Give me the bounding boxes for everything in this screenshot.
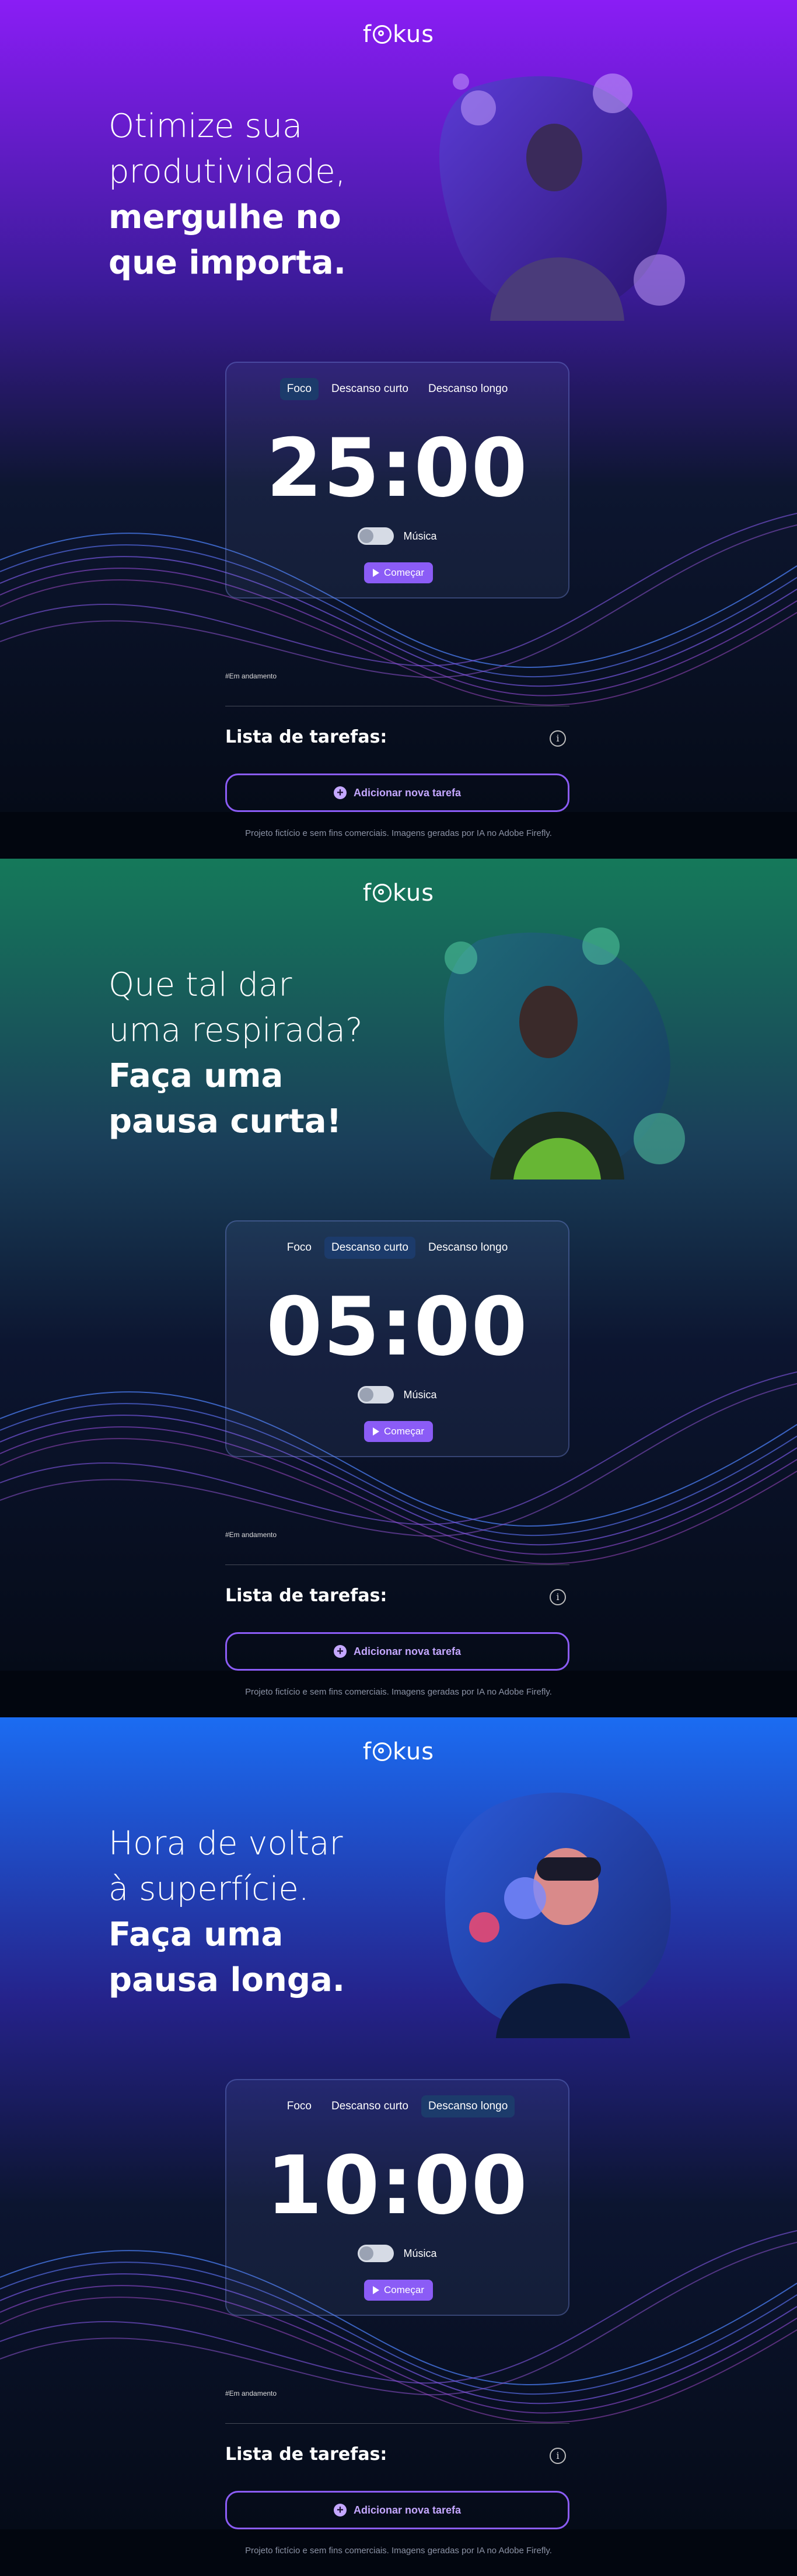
music-toggle[interactable] — [358, 2245, 394, 2262]
in-progress-label: #Em andamento — [225, 2389, 277, 2398]
timer-card: Foco Descanso curto Descanso longo 10:00… — [225, 2079, 569, 2316]
tab-descanso-curto[interactable]: Descanso curto — [324, 1237, 415, 1259]
tab-foco[interactable]: Foco — [280, 1237, 319, 1259]
timer-display: 05:00 — [266, 1280, 529, 1374]
tab-foco[interactable]: Foco — [280, 2095, 319, 2118]
timer-tabs: Foco Descanso curto Descanso longo — [226, 2095, 568, 2118]
info-icon[interactable]: i — [550, 2448, 566, 2464]
tab-foco[interactable]: Foco — [279, 378, 319, 400]
start-button[interactable]: Começar — [364, 562, 433, 583]
timer-display: 25:00 — [266, 421, 529, 515]
start-button[interactable]: Começar — [364, 1421, 433, 1442]
play-icon — [373, 2286, 380, 2294]
info-icon[interactable]: i — [550, 730, 566, 747]
timer-card: Foco Descanso curto Descanso longo 25:00… — [225, 362, 569, 598]
logo-target-icon — [372, 1742, 391, 1761]
plus-icon: + — [333, 1645, 347, 1658]
screen-short-break: f kus Que tal dar uma respirada? Faça uma… — [0, 859, 797, 1717]
screen-focus: f kus Otimize sua produtividade, mergulhe… — [0, 0, 797, 859]
fokus-logo: f kus — [362, 1738, 435, 1765]
timer-tabs: Foco Descanso curto Descanso longo — [226, 1237, 568, 1259]
tab-descanso-curto[interactable]: Descanso curto — [324, 378, 415, 400]
music-label: Música — [403, 2247, 437, 2259]
task-list-title: Lista de tarefas: — [225, 727, 387, 747]
music-toggle-row: Música — [226, 2245, 568, 2262]
plus-icon: + — [333, 2504, 347, 2516]
add-task-button[interactable]: + Adicionar nova tarefa — [225, 774, 569, 812]
in-progress-label: #Em andamento — [225, 672, 277, 680]
music-toggle[interactable] — [358, 1386, 394, 1404]
logo-target-icon — [372, 25, 391, 44]
timer-card: Foco Descanso curto Descanso longo 05:00… — [225, 1220, 569, 1457]
tab-descanso-curto[interactable]: Descanso curto — [324, 2095, 415, 2118]
footer-text: Projeto fictício e sem fins comerciais. … — [245, 1687, 552, 1697]
music-toggle-row: Música — [226, 1386, 568, 1404]
hero-illustration — [439, 74, 685, 321]
task-list-title: Lista de tarefas: — [225, 2444, 387, 2465]
page-title: Otimize sua produtividade, mergulhe no q… — [109, 107, 346, 282]
tab-descanso-longo[interactable]: Descanso longo — [421, 378, 515, 400]
music-label: Música — [403, 1388, 437, 1401]
fokus-logo: f kus — [362, 880, 435, 907]
page-title: Hora de voltar à superfície. Faça uma pa… — [109, 1825, 345, 1999]
music-toggle-row: Música — [226, 527, 568, 545]
play-icon — [373, 569, 380, 577]
hero-illustration — [443, 928, 685, 1180]
music-toggle[interactable] — [358, 527, 394, 545]
start-button[interactable]: Começar — [364, 2280, 433, 2301]
footer-text: Projeto fictício e sem fins comerciais. … — [245, 2546, 552, 2556]
divider — [225, 1564, 569, 1565]
add-task-button[interactable]: + Adicionar nova tarefa — [225, 1632, 569, 1671]
timer-tabs: Foco Descanso curto Descanso longo — [226, 378, 568, 400]
tab-descanso-longo[interactable]: Descanso longo — [421, 2095, 515, 2118]
music-label: Música — [403, 530, 437, 542]
add-task-button[interactable]: + Adicionar nova tarefa — [225, 2491, 569, 2529]
in-progress-label: #Em andamento — [225, 1531, 277, 1539]
fokus-logo: f kus — [362, 21, 435, 48]
footer-text: Projeto fictício e sem fins comerciais. … — [245, 828, 552, 838]
page-title: Que tal dar uma respirada? Faça uma paus… — [109, 966, 363, 1140]
divider — [225, 2423, 569, 2424]
logo-target-icon — [372, 884, 391, 902]
plus-icon: + — [333, 786, 347, 799]
screen-long-break: f kus Hora de voltar à superfície. Faça u… — [0, 1717, 797, 2576]
hero-illustration — [445, 1792, 671, 2038]
task-list-title: Lista de tarefas: — [225, 1586, 387, 1606]
timer-display: 10:00 — [266, 2138, 529, 2232]
tab-descanso-longo[interactable]: Descanso longo — [421, 1237, 515, 1259]
play-icon — [373, 1427, 380, 1436]
info-icon[interactable]: i — [550, 1589, 566, 1605]
